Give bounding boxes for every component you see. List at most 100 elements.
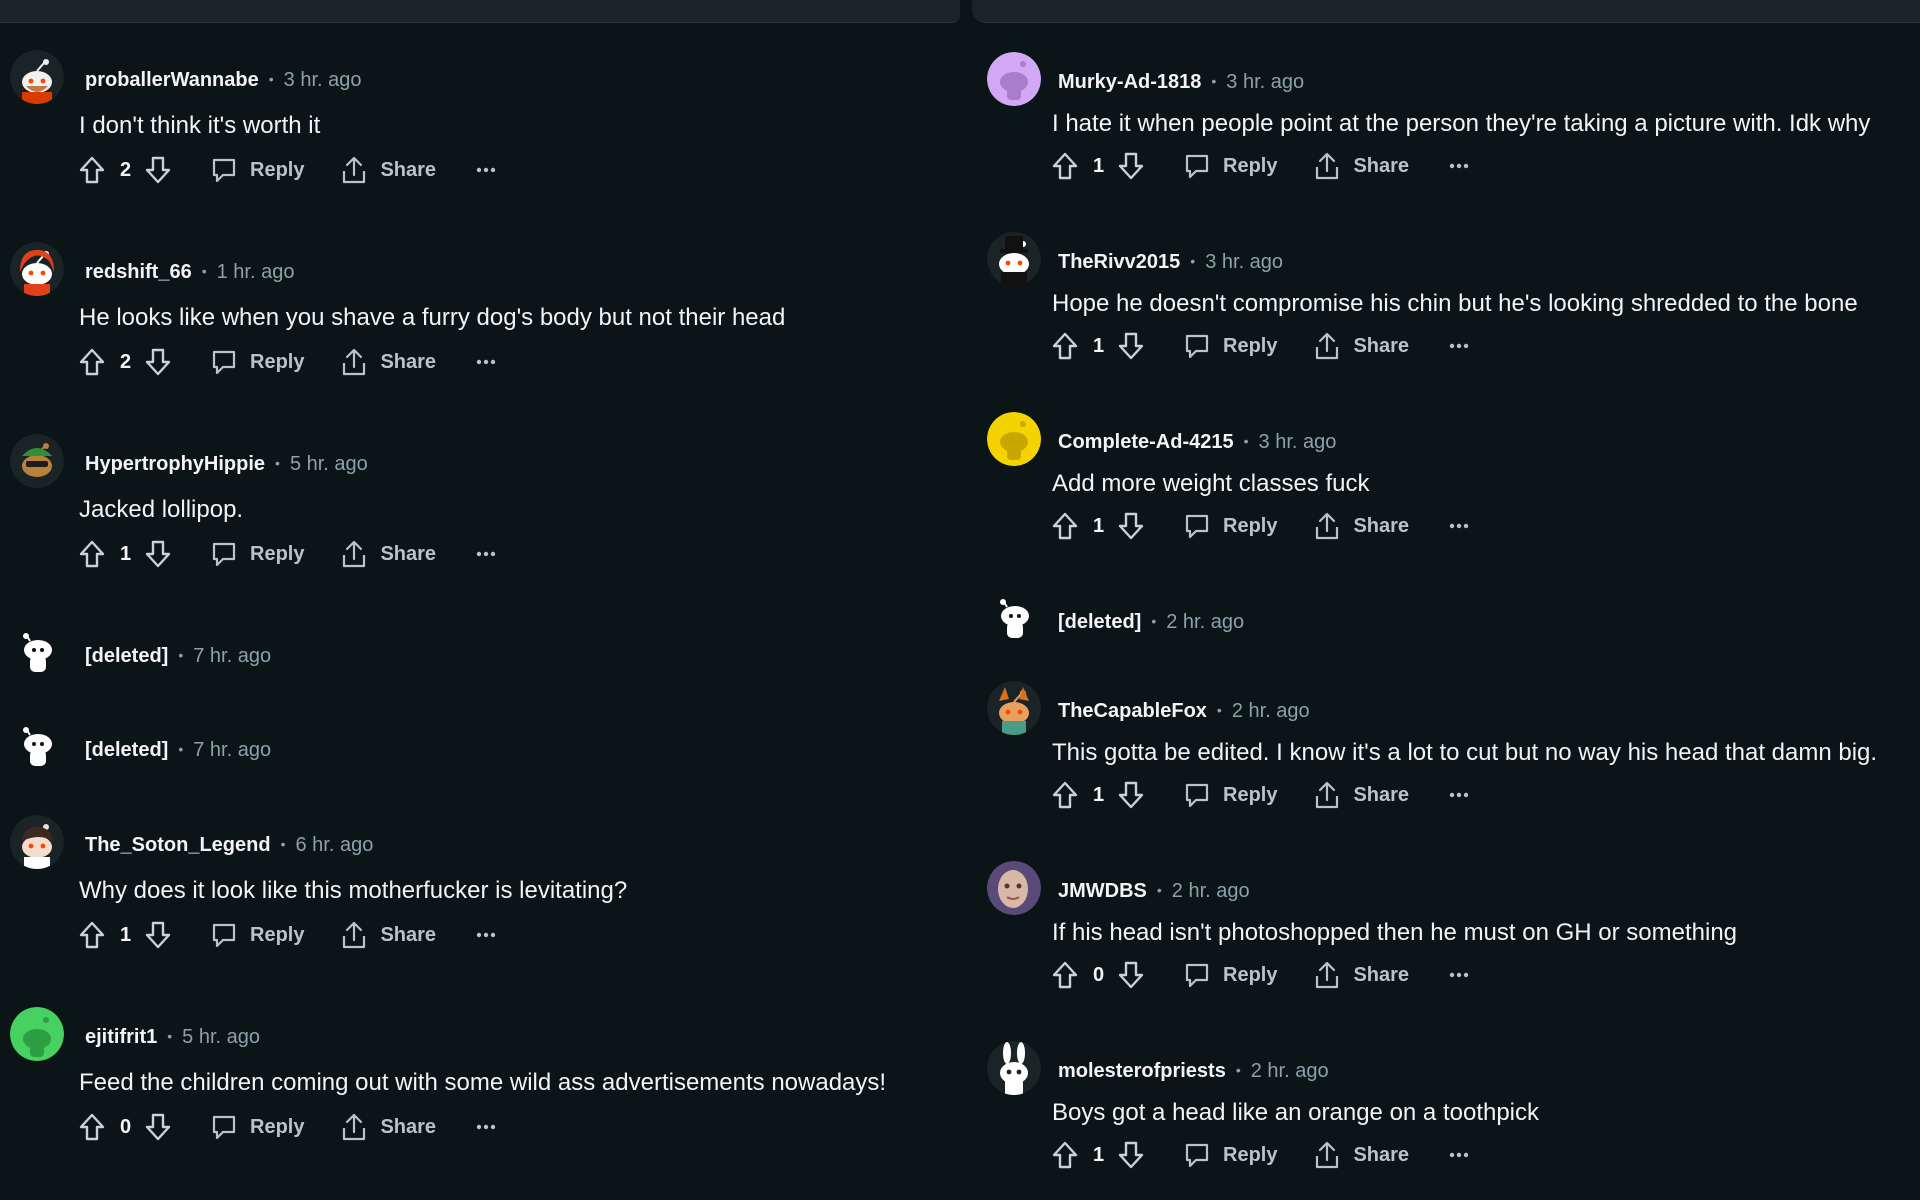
- downvote-icon[interactable]: [144, 347, 172, 377]
- author-link[interactable]: [deleted]: [85, 645, 168, 667]
- downvote-icon[interactable]: [144, 1112, 172, 1142]
- avatar[interactable]: [987, 52, 1041, 106]
- share-button[interactable]: Share: [340, 539, 436, 569]
- downvote-icon[interactable]: [144, 920, 172, 950]
- reply-button[interactable]: Reply: [210, 156, 304, 184]
- reply-button[interactable]: Reply: [210, 348, 304, 376]
- more-options-button[interactable]: [476, 1124, 496, 1130]
- timestamp[interactable]: 2 hr. ago: [1232, 700, 1310, 722]
- author-link[interactable]: ejitifrit1: [85, 1026, 157, 1048]
- share-button[interactable]: Share: [340, 920, 436, 950]
- reply-button[interactable]: Reply: [1183, 961, 1277, 989]
- avatar[interactable]: [987, 681, 1041, 735]
- upvote-icon[interactable]: [1051, 511, 1079, 541]
- share-button[interactable]: Share: [340, 347, 436, 377]
- share-button[interactable]: Share: [1313, 511, 1409, 541]
- upvote-icon[interactable]: [78, 920, 106, 950]
- timestamp[interactable]: 3 hr. ago: [284, 69, 362, 91]
- upvote-icon[interactable]: [1051, 331, 1079, 361]
- timestamp[interactable]: 7 hr. ago: [193, 739, 271, 761]
- share-button[interactable]: Share: [1313, 331, 1409, 361]
- reply-button[interactable]: Reply: [1183, 152, 1277, 180]
- share-button[interactable]: Share: [1313, 780, 1409, 810]
- timestamp[interactable]: 2 hr. ago: [1251, 1060, 1329, 1082]
- reply-label: Reply: [1223, 334, 1278, 357]
- reply-button[interactable]: Reply: [210, 1113, 304, 1141]
- more-options-button[interactable]: [1449, 163, 1469, 169]
- share-button[interactable]: Share: [340, 155, 436, 185]
- avatar[interactable]: [10, 50, 64, 104]
- author-link[interactable]: [deleted]: [85, 739, 168, 761]
- author-link[interactable]: TheRivv2015: [1058, 251, 1180, 273]
- comment-meta: JMWDBS • 2 hr. ago: [1058, 879, 1250, 902]
- upvote-icon[interactable]: [1051, 1140, 1079, 1170]
- upvote-icon[interactable]: [78, 1112, 106, 1142]
- author-link[interactable]: JMWDBS: [1058, 880, 1147, 902]
- downvote-icon[interactable]: [1117, 1140, 1145, 1170]
- more-options-button[interactable]: [476, 167, 496, 173]
- timestamp[interactable]: 2 hr. ago: [1166, 611, 1244, 633]
- author-link[interactable]: Complete-Ad-4215: [1058, 431, 1234, 453]
- downvote-icon[interactable]: [1117, 511, 1145, 541]
- more-options-button[interactable]: [476, 932, 496, 938]
- avatar[interactable]: [10, 626, 64, 680]
- reply-button[interactable]: Reply: [1183, 781, 1277, 809]
- reply-button[interactable]: Reply: [1183, 512, 1277, 540]
- more-options-button[interactable]: [476, 551, 496, 557]
- downvote-icon[interactable]: [1117, 331, 1145, 361]
- upvote-icon[interactable]: [78, 539, 106, 569]
- downvote-icon[interactable]: [1117, 780, 1145, 810]
- timestamp[interactable]: 5 hr. ago: [290, 453, 368, 475]
- author-link[interactable]: redshift_66: [85, 261, 192, 283]
- avatar[interactable]: [987, 1041, 1041, 1095]
- timestamp[interactable]: 2 hr. ago: [1172, 880, 1250, 902]
- avatar[interactable]: [10, 242, 64, 296]
- downvote-icon[interactable]: [144, 155, 172, 185]
- author-link[interactable]: The_Soton_Legend: [85, 834, 271, 856]
- more-options-button[interactable]: [1449, 1152, 1469, 1158]
- share-button[interactable]: Share: [1313, 960, 1409, 990]
- timestamp[interactable]: 3 hr. ago: [1226, 71, 1304, 93]
- author-link[interactable]: molesterofpriests: [1058, 1060, 1226, 1082]
- reply-button[interactable]: Reply: [1183, 332, 1277, 360]
- more-options-button[interactable]: [1449, 792, 1469, 798]
- upvote-icon[interactable]: [1051, 780, 1079, 810]
- avatar[interactable]: [10, 1007, 64, 1061]
- downvote-icon[interactable]: [1117, 151, 1145, 181]
- avatar[interactable]: [10, 815, 64, 869]
- upvote-icon[interactable]: [78, 155, 106, 185]
- author-link[interactable]: TheCapableFox: [1058, 700, 1207, 722]
- more-options-button[interactable]: [476, 359, 496, 365]
- upvote-icon[interactable]: [1051, 151, 1079, 181]
- timestamp[interactable]: 3 hr. ago: [1205, 251, 1283, 273]
- share-button[interactable]: Share: [1313, 1140, 1409, 1170]
- avatar[interactable]: [10, 720, 64, 774]
- reply-button[interactable]: Reply: [1183, 1141, 1277, 1169]
- timestamp[interactable]: 3 hr. ago: [1259, 431, 1337, 453]
- avatar[interactable]: [10, 434, 64, 488]
- upvote-icon[interactable]: [1051, 960, 1079, 990]
- downvote-icon[interactable]: [144, 539, 172, 569]
- avatar[interactable]: [987, 861, 1041, 915]
- avatar[interactable]: [987, 412, 1041, 466]
- author-link[interactable]: proballerWannabe: [85, 69, 259, 91]
- comment-body: I hate it when people point at the perso…: [1052, 110, 1871, 137]
- avatar[interactable]: [987, 592, 1041, 646]
- reply-button[interactable]: Reply: [210, 921, 304, 949]
- timestamp[interactable]: 7 hr. ago: [193, 645, 271, 667]
- more-options-button[interactable]: [1449, 343, 1469, 349]
- more-options-button[interactable]: [1449, 523, 1469, 529]
- timestamp[interactable]: 6 hr. ago: [295, 834, 373, 856]
- upvote-icon[interactable]: [78, 347, 106, 377]
- author-link[interactable]: HypertrophyHippie: [85, 453, 265, 475]
- author-link[interactable]: [deleted]: [1058, 611, 1141, 633]
- downvote-icon[interactable]: [1117, 960, 1145, 990]
- timestamp[interactable]: 1 hr. ago: [217, 261, 295, 283]
- share-button[interactable]: Share: [1313, 151, 1409, 181]
- avatar[interactable]: [987, 232, 1041, 286]
- reply-button[interactable]: Reply: [210, 540, 304, 568]
- author-link[interactable]: Murky-Ad-1818: [1058, 71, 1201, 93]
- more-options-button[interactable]: [1449, 972, 1469, 978]
- share-button[interactable]: Share: [340, 1112, 436, 1142]
- timestamp[interactable]: 5 hr. ago: [182, 1026, 260, 1048]
